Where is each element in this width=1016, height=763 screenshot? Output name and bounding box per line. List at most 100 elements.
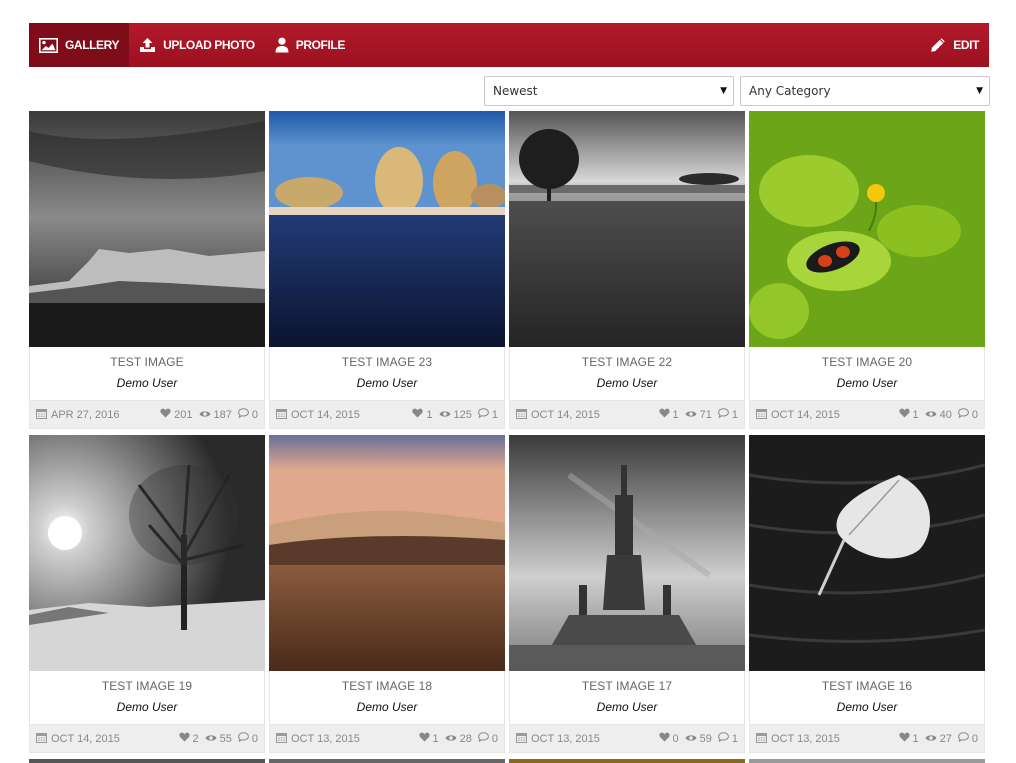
comment-icon[interactable] [477,408,489,421]
comment-count: 1 [731,732,738,745]
photo-author[interactable]: Demo User [510,376,744,390]
photo-thumbnail[interactable] [29,435,265,671]
photo-title[interactable]: TEST IMAGE 19 [30,679,264,693]
photo-card-partial[interactable] [509,759,745,763]
upload-icon [139,37,156,53]
photo-date: APR 27, 2016 [51,408,120,421]
photo-meta: OCT 14, 2015 2 55 0 [29,725,265,753]
comment-count: 0 [251,732,258,745]
comment-count: 1 [731,408,738,421]
photo-meta: OCT 13, 2015 0 59 1 [509,725,745,753]
eye-icon [439,409,451,421]
photo-title[interactable]: TEST IMAGE 22 [510,355,744,369]
comment-icon[interactable] [237,408,249,421]
view-count: 187 [213,408,232,421]
category-select[interactable]: Any Category ▼ [740,76,990,106]
sort-select[interactable]: Newest ▼ [484,76,734,106]
photo-card: TEST IMAGE 23 Demo User OCT 14, 2015 1 1… [269,111,505,429]
like-count: 201 [174,408,193,421]
calendar-icon [516,408,527,422]
photo-thumbnail[interactable] [509,111,745,347]
photo-thumbnail[interactable] [269,435,505,671]
heart-icon[interactable] [658,732,670,745]
nav-profile[interactable]: PROFILE [265,23,355,67]
photo-card: TEST IMAGE 16 Demo User OCT 13, 2015 1 2… [749,435,985,753]
eye-icon [205,733,217,745]
photo-author[interactable]: Demo User [30,700,264,714]
comment-icon[interactable] [957,732,969,745]
photo-card: TEST IMAGE 18 Demo User OCT 13, 2015 1 2… [269,435,505,753]
eye-icon [925,409,937,421]
photo-meta: OCT 14, 2015 1 71 1 [509,401,745,429]
photo-info: TEST IMAGE Demo User [29,347,265,401]
nav-gallery-label: GALLERY [65,38,120,52]
comment-icon[interactable] [717,408,729,421]
comment-count: 1 [491,408,498,421]
photo-card-partial[interactable] [269,759,505,763]
edit-button[interactable]: EDIT [920,23,989,67]
photo-author[interactable]: Demo User [270,376,504,390]
heart-icon[interactable] [412,408,424,421]
heart-icon[interactable] [178,732,190,745]
comment-count: 0 [491,732,498,745]
photo-card: TEST IMAGE Demo User APR 27, 2016 201 18… [29,111,265,429]
view-count: 55 [219,732,232,745]
heart-icon[interactable] [160,408,171,421]
photo-meta: OCT 13, 2015 1 28 0 [269,725,505,753]
photo-thumbnail[interactable] [29,111,265,347]
nav-upload-photo[interactable]: UPLOAD PHOTO [129,23,265,67]
photo-date: OCT 14, 2015 [531,408,600,421]
photo-thumbnail[interactable] [509,435,745,671]
photo-date: OCT 14, 2015 [291,408,360,421]
heart-icon[interactable] [898,408,910,421]
comment-count: 0 [251,408,258,421]
comment-icon[interactable] [237,732,249,745]
calendar-icon [756,408,767,422]
heart-icon[interactable] [658,408,670,421]
photo-title[interactable]: TEST IMAGE 20 [750,355,984,369]
image-icon [39,37,58,53]
calendar-icon [516,732,527,746]
photo-title[interactable]: TEST IMAGE [30,355,264,369]
eye-icon [199,409,211,421]
photo-date: OCT 13, 2015 [291,732,360,745]
photo-thumbnail[interactable] [269,111,505,347]
view-count: 40 [939,408,952,421]
photo-title[interactable]: TEST IMAGE 16 [750,679,984,693]
heart-icon[interactable] [418,732,430,745]
comment-icon[interactable] [477,732,489,745]
photo-author[interactable]: Demo User [30,376,264,390]
photo-card: TEST IMAGE 20 Demo User OCT 14, 2015 1 4… [749,111,985,429]
pencil-icon [930,37,946,53]
photo-author[interactable]: Demo User [750,376,984,390]
photo-card: TEST IMAGE 22 Demo User OCT 14, 2015 1 7… [509,111,745,429]
category-select-value: Any Category [749,84,831,98]
photo-card-partial[interactable] [749,759,985,763]
comment-icon[interactable] [957,408,969,421]
photo-title[interactable]: TEST IMAGE 17 [510,679,744,693]
photo-thumbnail[interactable] [749,435,985,671]
photo-thumbnail[interactable] [749,111,985,347]
photo-date: OCT 13, 2015 [531,732,600,745]
sort-select-value: Newest [493,84,538,98]
eye-icon [685,409,697,421]
photo-info: TEST IMAGE 19 Demo User [29,671,265,725]
photo-title[interactable]: TEST IMAGE 23 [270,355,504,369]
photo-date: OCT 14, 2015 [771,408,840,421]
eye-icon [445,733,457,745]
comment-icon[interactable] [717,732,729,745]
like-count: 1 [432,732,439,745]
photo-author[interactable]: Demo User [510,700,744,714]
photo-title[interactable]: TEST IMAGE 18 [270,679,504,693]
like-count: 1 [912,408,919,421]
heart-icon[interactable] [898,732,910,745]
photo-author[interactable]: Demo User [270,700,504,714]
photo-meta: OCT 13, 2015 1 27 0 [749,725,985,753]
view-count: 71 [699,408,712,421]
photo-info: TEST IMAGE 22 Demo User [509,347,745,401]
nav-gallery[interactable]: GALLERY [29,23,130,67]
calendar-icon [36,408,47,422]
photo-author[interactable]: Demo User [750,700,984,714]
photo-card-partial[interactable] [29,759,265,763]
